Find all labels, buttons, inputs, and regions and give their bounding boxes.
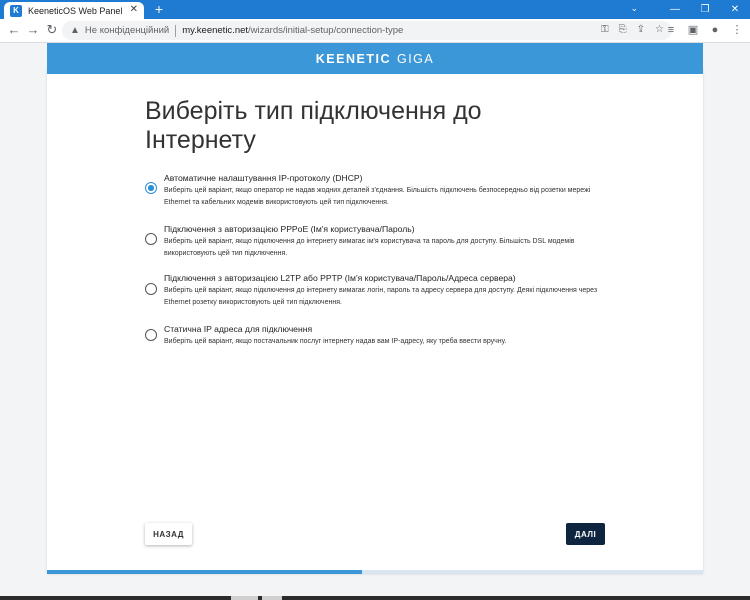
close-tab-icon[interactable]: ✕ xyxy=(130,4,138,15)
new-tab-button[interactable]: + xyxy=(151,1,167,17)
address-bar[interactable]: ▲ Не конфіденційний my.keenetic.net/wiza… xyxy=(62,21,672,40)
option-title[interactable]: Підключення з авторизацією PPPoE (Ім'я к… xyxy=(164,224,415,234)
side-panel-icon[interactable]: ▣ xyxy=(686,22,700,38)
url-host: my.keenetic.net xyxy=(182,25,249,36)
tab-search-icon[interactable]: ⌄ xyxy=(630,3,638,14)
taskbar-segment xyxy=(262,596,282,600)
taskbar-segment xyxy=(231,596,258,600)
wizard-progress-bar xyxy=(47,570,703,574)
menu-icon[interactable]: ⋮ xyxy=(730,22,744,38)
option-title[interactable]: Автоматичне налаштування IP-протоколу (D… xyxy=(164,173,363,183)
translate-icon[interactable]: ⎘ xyxy=(619,24,627,35)
minimize-icon[interactable]: — xyxy=(660,0,690,19)
page-viewport: KEENETIC GIGA Виберіть тип підключення д… xyxy=(0,43,750,600)
brand-header: KEENETIC GIGA xyxy=(47,43,703,74)
forward-arrow-icon[interactable]: → xyxy=(25,22,41,38)
wizard-progress-fill xyxy=(47,570,362,574)
toolbar-actions: ≡ ▣ ● ⋮ xyxy=(664,22,744,38)
browser-tab-bar: K KeeneticOS Web Panel ✕ + ⌄ — ❐ ✕ xyxy=(0,0,750,19)
taskbar-edge xyxy=(0,596,750,600)
close-window-icon[interactable]: ✕ xyxy=(720,0,750,19)
brand-model: GIGA xyxy=(396,51,435,66)
option-description: Виберіть цей варіант, якщо підключення д… xyxy=(164,238,575,257)
option-description: Виберіть цей варіант, якщо підключення д… xyxy=(164,287,598,306)
back-button[interactable]: НАЗАД xyxy=(145,523,192,545)
reload-icon[interactable]: ↻ xyxy=(44,22,60,38)
option-description: Виберіть цей варіант, якщо постачальник … xyxy=(164,338,507,345)
radio-static-ip[interactable] xyxy=(145,329,157,341)
profile-icon[interactable]: ● xyxy=(708,22,722,38)
keenetic-logo: KEENETIC GIGA xyxy=(47,43,703,74)
option-title[interactable]: Підключення з авторизацією L2TP або PPTP… xyxy=(164,273,516,283)
bookmark-star-icon[interactable]: ☆ xyxy=(655,24,664,35)
keenetic-favicon-icon: K xyxy=(10,4,22,17)
radio-dhcp[interactable] xyxy=(145,182,157,194)
address-separator xyxy=(175,24,177,37)
brand-name: KEENETIC xyxy=(315,51,391,66)
url-path: /wizards/initial-setup/connection-type xyxy=(248,25,404,36)
radio-pppoe[interactable] xyxy=(145,233,157,245)
restore-icon[interactable]: ❐ xyxy=(690,0,720,19)
browser-tab[interactable]: K KeeneticOS Web Panel ✕ xyxy=(4,2,144,19)
tab-title: KeeneticOS Web Panel xyxy=(28,5,123,16)
warning-icon[interactable]: ▲ xyxy=(70,25,80,36)
back-arrow-icon[interactable]: ← xyxy=(6,22,22,38)
browser-toolbar: ← → ↻ ▲ Не конфіденційний my.keenetic.ne… xyxy=(0,19,750,43)
option-description: Виберіть цей варіант, якщо оператор не н… xyxy=(164,187,591,206)
share-icon[interactable]: ⇪ xyxy=(637,24,645,35)
next-button[interactable]: ДАЛІ xyxy=(566,523,605,545)
page-title: Виберіть тип підключення до Інтернету xyxy=(145,97,482,154)
key-icon[interactable]: ⚿ xyxy=(601,24,609,35)
not-secure-label[interactable]: Не конфіденційний xyxy=(85,25,169,36)
reading-list-icon[interactable]: ≡ xyxy=(664,22,678,38)
address-bar-actions: ⚿ ⎘ ⇪ ☆ xyxy=(601,24,664,35)
window-controls: — ❐ ✕ xyxy=(660,0,750,19)
radio-l2tp-pptp[interactable] xyxy=(145,283,157,295)
url-text[interactable]: my.keenetic.net/wizards/initial-setup/co… xyxy=(182,25,403,36)
option-title[interactable]: Статична IP адреса для підключення xyxy=(164,324,312,334)
